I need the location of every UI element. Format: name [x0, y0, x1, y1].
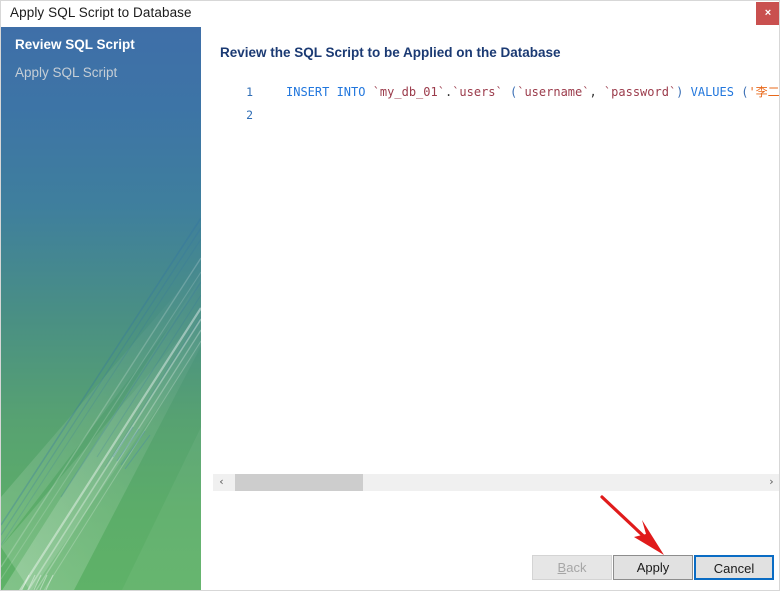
sql-script-editor[interactable]: 1 INSERT INTO `my_db_01`.`users` (`userna… — [213, 82, 780, 470]
line-number: 2 — [246, 108, 253, 122]
back-button-label: Back — [557, 560, 587, 575]
page-title: Review the SQL Script to be Applied on t… — [220, 45, 561, 60]
scrollbar-thumb[interactable] — [235, 474, 363, 491]
scrollbar-track[interactable] — [230, 474, 763, 491]
code-text: INSERT INTO `my_db_01`.`users` (`usernam… — [286, 82, 780, 102]
cancel-button[interactable]: Cancel — [694, 555, 774, 580]
scroll-right-icon[interactable]: › — [763, 474, 779, 491]
horizontal-scrollbar[interactable]: ‹ › — [213, 474, 779, 491]
scroll-left-icon[interactable]: ‹ — [213, 474, 230, 491]
code-token: ( — [733, 85, 749, 99]
sidebar-decoration-graphic — [1, 217, 201, 590]
code-token: VALUES — [690, 85, 734, 99]
line-number: 1 — [246, 85, 253, 99]
content-pane: Review the SQL Script to be Applied on t… — [201, 27, 780, 590]
code-token: `username` — [517, 85, 590, 99]
code-token: '李二炮' — [748, 85, 780, 99]
code-token: ( — [502, 85, 518, 99]
apply-button[interactable]: Apply — [613, 555, 693, 580]
code-token: ) — [676, 85, 691, 99]
code-token: `users` — [452, 85, 503, 99]
apply-sql-script-dialog: Apply SQL Script to Database × Review SQ… — [0, 0, 780, 591]
window-title: Apply SQL Script to Database — [10, 5, 192, 20]
sidebar-item-apply-sql-script[interactable]: Apply SQL Script — [15, 65, 117, 80]
code-token: , — [589, 85, 604, 99]
code-token: `my_db_01` — [372, 85, 445, 99]
back-button: Back — [532, 555, 612, 580]
code-token: `password` — [603, 85, 677, 99]
back-mnemonic: B — [557, 560, 567, 575]
wizard-sidebar: Review SQL Script Apply SQL Script — [1, 27, 201, 590]
sidebar-item-review-sql-script[interactable]: Review SQL Script — [15, 37, 135, 52]
close-icon[interactable]: × — [756, 2, 779, 25]
title-bar: Apply SQL Script to Database × — [1, 1, 779, 27]
code-token: INSERT INTO — [286, 85, 373, 99]
